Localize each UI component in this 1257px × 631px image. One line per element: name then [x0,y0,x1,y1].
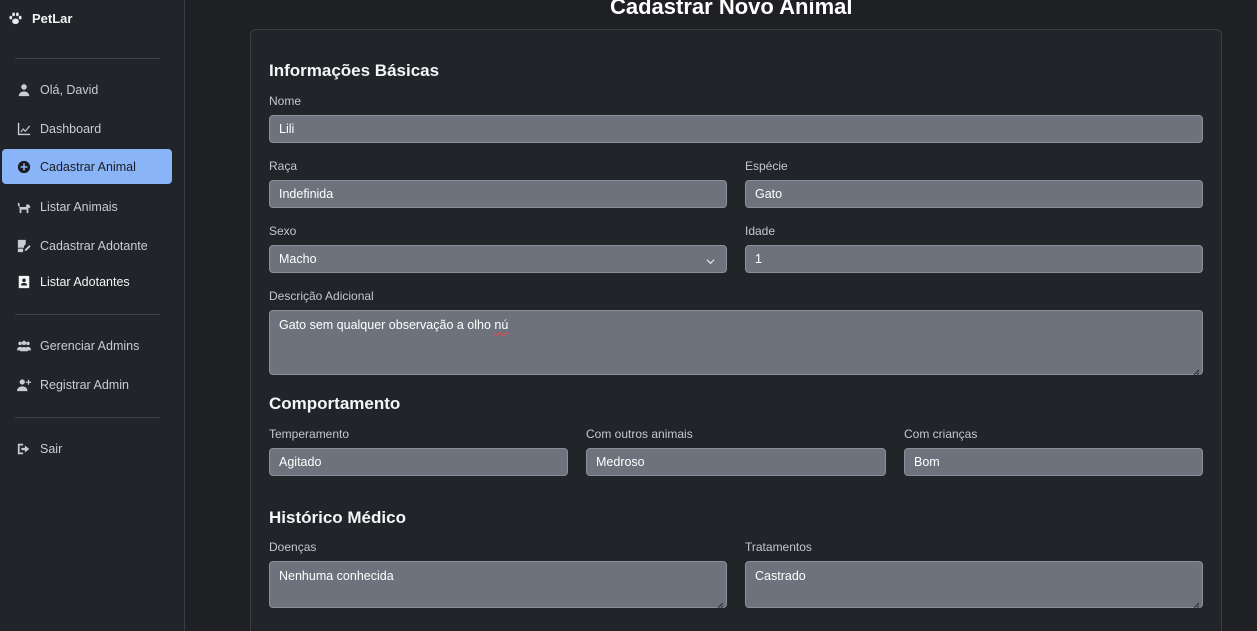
sidebar-item-listar-adotantes[interactable]: Listar Adotantes [2,264,172,299]
sign-out-icon [17,443,30,454]
section-title-medical: Histórico Médico [269,508,406,527]
resize-handle-icon[interactable] [1193,365,1200,376]
sidebar-item-label: Sair [40,441,63,456]
age-label: Idade [745,224,776,238]
plus-circle-icon [17,160,31,173]
sidebar-item-label: Registrar Admin [40,377,129,392]
sidebar-item-dashboard[interactable]: Dashboard [2,111,172,146]
user-plus-icon [17,378,31,391]
sidebar-item-label: Gerenciar Admins [40,338,140,353]
with-animals-label: Com outros animais [586,427,693,441]
users-icon [17,340,31,351]
page-title: Cadastrar Novo Animal [610,0,853,19]
chevron-down-icon [706,255,715,265]
description-label: Descrição Adicional [269,289,374,303]
sidebar-divider [15,314,160,315]
brand-name: PetLar [32,10,73,26]
species-input[interactable]: Gato [745,180,1203,208]
brand[interactable]: PetLar [8,9,72,27]
sidebar-item-label: Listar Adotantes [40,274,130,289]
treatments-text: Castrado [755,569,806,583]
sidebar-item-profile[interactable]: Olá, David [2,72,172,107]
treatments-textarea[interactable]: Castrado [745,561,1203,609]
sidebar-item-label: Listar Animais [40,199,118,214]
section-title-behavior: Comportamento [269,394,401,413]
edit-user-icon [17,239,31,252]
sidebar-item-registrar-admin[interactable]: Registrar Admin [2,367,172,402]
resize-handle-icon[interactable] [1193,598,1200,609]
description-text: Gato sem qualquer observação a olho [279,318,495,332]
dog-icon [17,202,31,213]
description-textarea[interactable]: Gato sem qualquer observação a olho nú [269,310,1203,376]
breed-input[interactable]: Indefinida [269,180,727,208]
breed-label: Raça [269,159,298,173]
with-animals-input[interactable]: Medroso [586,448,886,476]
description-text-flagged: nú [494,318,509,332]
sex-label: Sexo [269,224,297,238]
sidebar-item-label: Olá, David [40,82,99,97]
sidebar-item-gerenciar-admins[interactable]: Gerenciar Admins [2,328,172,363]
treatments-label: Tratamentos [745,540,812,554]
sidebar-item-label: Cadastrar Adotante [40,238,148,253]
sidebar-item-cadastrar-animal[interactable]: Cadastrar Animal [2,149,172,184]
user-icon [18,83,30,96]
paw-icon [9,12,22,24]
with-children-input[interactable]: Bom [904,448,1203,476]
chart-line-icon [17,122,31,135]
sidebar-divider [15,58,160,59]
sidebar-item-listar-animais[interactable]: Listar Animais [2,189,172,224]
age-input[interactable]: 1 [745,245,1203,273]
resize-handle-icon[interactable] [717,598,724,609]
sidebar: PetLar Olá, David Dashboard Cadastrar An… [0,0,185,631]
temperament-label: Temperamento [269,427,350,441]
species-label: Espécie [745,159,788,173]
sidebar-divider [15,417,160,418]
name-input[interactable]: Lili [269,115,1203,143]
diseases-textarea[interactable]: Nenhuma conhecida [269,561,727,609]
sex-select-value: Macho [279,252,317,266]
sex-select[interactable]: Macho [269,245,727,273]
sidebar-item-sair[interactable]: Sair [2,431,172,466]
name-label: Nome [269,94,302,108]
with-children-label: Com crianças [904,427,978,441]
sidebar-item-label: Cadastrar Animal [40,159,136,174]
diseases-label: Doenças [269,540,317,554]
diseases-text: Nenhuma conhecida [279,569,394,583]
temperament-input[interactable]: Agitado [269,448,568,476]
sidebar-item-cadastrar-adotante[interactable]: Cadastrar Adotante [2,228,172,263]
sidebar-item-label: Dashboard [40,121,102,136]
address-book-icon [18,275,30,288]
section-title-basic: Informações Básicas [269,61,440,80]
